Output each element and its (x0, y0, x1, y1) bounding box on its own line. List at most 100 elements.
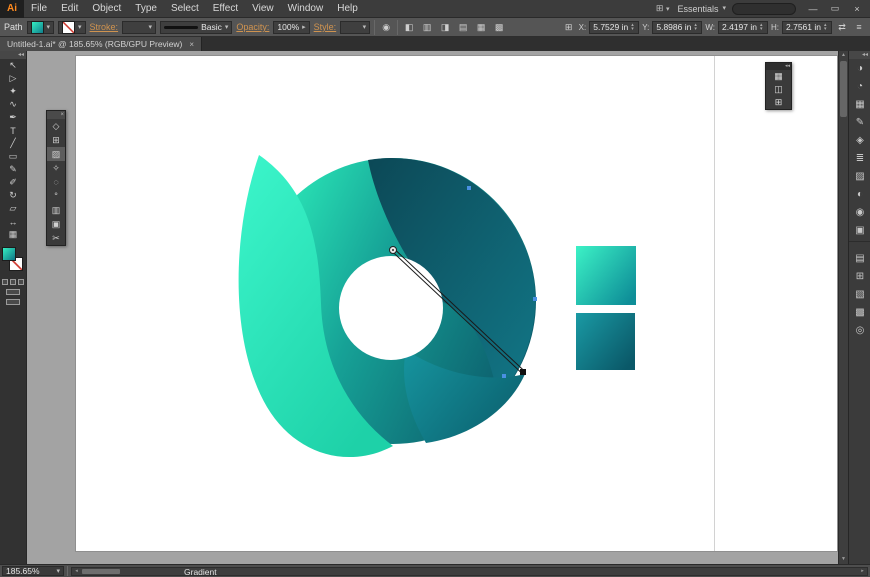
align-center-icon[interactable]: ▥ (420, 22, 434, 33)
swatches-panel-button[interactable]: ▦ (849, 95, 870, 113)
menu-window[interactable]: Window (281, 0, 331, 18)
style-link[interactable]: Style: (314, 22, 337, 32)
horizontal-scrollbar[interactable]: ◂ Gradient ▸ (71, 567, 868, 576)
transparency-panel-button[interactable]: ◐ (849, 185, 870, 203)
rotate-tool-button[interactable]: ↻ (0, 189, 26, 202)
draw-mode-button[interactable] (6, 289, 20, 295)
scroll-right-icon[interactable]: ▸ (858, 568, 867, 574)
floating-tools-header[interactable]: × (47, 111, 65, 119)
vertical-scrollbar[interactable]: ▲ ▼ (838, 51, 848, 564)
app-logo[interactable]: Ai (0, 0, 24, 18)
stroke-panel-button[interactable]: ≣ (849, 149, 870, 167)
eyedropper-tool-button[interactable]: ✧ (47, 161, 65, 175)
pasteboard[interactable] (75, 55, 838, 552)
paintbrush-tool-button[interactable]: ✎ (0, 163, 26, 176)
appearance-panel-button[interactable]: ◉ (849, 203, 870, 221)
workspace-switcher[interactable]: Essentials ▾ (677, 4, 726, 14)
stepper-icon[interactable]: ▴▾ (824, 23, 827, 31)
mesh-tool-button[interactable]: ⊞ (47, 133, 65, 147)
lasso-tool-button[interactable]: ∿ (0, 98, 26, 111)
pen-tool-button[interactable]: ✒ (0, 111, 26, 124)
minimize-button[interactable]: — (802, 0, 824, 18)
fill-color-dropdown[interactable]: ▾ (27, 21, 55, 34)
menu-select[interactable]: Select (164, 0, 206, 18)
scroll-up-icon[interactable]: ▲ (839, 51, 848, 60)
gradient-square-2[interactable] (576, 313, 635, 370)
scale-tool-button[interactable]: ▱ (0, 202, 26, 215)
mini-panel-header[interactable]: ◂◂ (766, 63, 791, 70)
pathfinder-panel-button[interactable]: ▧ (849, 285, 870, 303)
align-middle-icon[interactable]: ▦ (474, 22, 488, 33)
rectangle-tool-button[interactable]: ▭ (0, 150, 26, 163)
column-graph-tool-button[interactable]: ▥ (47, 203, 65, 217)
free-transform-tool-button[interactable]: ▦ (0, 228, 26, 241)
color-panel-button[interactable]: ◑ (849, 59, 870, 77)
menu-object[interactable]: Object (85, 0, 128, 18)
magic-wand-tool-button[interactable]: ✦ (0, 85, 26, 98)
x-field[interactable]: 5.7529 in ▴▾ (589, 21, 639, 34)
document-tab[interactable]: Untitled-1.ai* @ 185.65% (RGB/GPU Previe… (0, 37, 202, 51)
gradient-square-1[interactable] (576, 246, 636, 305)
pencil-tool-button[interactable]: ✐ (0, 176, 26, 189)
symbols-panel-button[interactable]: ◈ (849, 131, 870, 149)
y-field[interactable]: 5.8986 in ▴▾ (652, 21, 702, 34)
selection-tool-button[interactable]: ↖ (0, 59, 26, 72)
width-tool-button[interactable]: ↔ (0, 215, 26, 228)
symbol-sprayer-tool-button[interactable]: ° (47, 189, 65, 203)
align-bottom-icon[interactable]: ▩ (492, 22, 506, 33)
recolor-artwork-icon[interactable]: ◉ (379, 22, 393, 33)
arrange-icon[interactable]: ⇄ (835, 22, 849, 33)
layers-panel-button[interactable]: ▤ (849, 249, 870, 267)
panel-menu-icon[interactable]: ≡ (852, 22, 866, 32)
stroke-weight-dropdown[interactable]: ▾ (122, 21, 156, 34)
stepper-icon[interactable]: ▴▾ (694, 23, 697, 31)
stepper-icon[interactable]: ▴▾ (631, 23, 634, 31)
canvas[interactable]: × ◇ ⊞ ▨ ✧ ◌ ° ▥ ▣ ✂ ◂◂ ▦ ◫ ⊞ ▲ (27, 51, 848, 564)
anchor-point[interactable] (533, 297, 537, 301)
graphic-styles-panel-button[interactable]: ▣ (849, 221, 870, 239)
arrange-documents-icon[interactable]: ⊞ ▾ (654, 3, 672, 14)
color-guide-panel-button[interactable]: ◔ (849, 77, 870, 95)
align-left-icon[interactable]: ◧ (402, 22, 416, 33)
scroll-left-icon[interactable]: ◂ (72, 568, 81, 574)
menu-file[interactable]: File (24, 0, 54, 18)
zoom-level-dropdown[interactable]: 185.65% ▾ (2, 566, 64, 576)
restore-button[interactable]: ▭ (824, 0, 846, 18)
vertical-scroll-thumb[interactable] (840, 61, 847, 117)
artboard-tool-button[interactable]: ▣ (47, 217, 65, 231)
tab-close-icon[interactable]: × (189, 40, 194, 49)
horizontal-scroll-thumb[interactable] (82, 569, 120, 574)
gradient-button[interactable] (10, 279, 16, 285)
dock-header[interactable]: ◂◂ (849, 51, 870, 59)
artboards-panel-button[interactable]: ⊞ (849, 267, 870, 285)
close-button[interactable]: × (846, 0, 868, 18)
opacity-link[interactable]: Opacity: (236, 22, 269, 32)
gradient-panel-button[interactable]: ▨ (849, 167, 870, 185)
align-top-icon[interactable]: ▤ (456, 22, 470, 33)
line-segment-tool-button[interactable]: ╱ (0, 137, 26, 150)
w-field[interactable]: 2.4197 in ▴▾ (718, 21, 768, 34)
none-button[interactable] (18, 279, 24, 285)
direct-selection-tool-button[interactable]: ▷ (0, 72, 26, 85)
anchor-point[interactable] (467, 186, 471, 190)
tools-panel-header[interactable]: ◂◂ (0, 51, 26, 59)
brushes-panel-button[interactable]: ✎ (849, 113, 870, 131)
fill-swatch[interactable] (2, 247, 16, 261)
color-button[interactable] (2, 279, 8, 285)
menu-view[interactable]: View (245, 0, 281, 18)
style-dropdown[interactable]: ▾ (340, 21, 370, 34)
menu-edit[interactable]: Edit (54, 0, 85, 18)
align-panel-icon[interactable]: ▦ (766, 70, 791, 83)
gradient-tool-button[interactable]: ▨ (47, 147, 65, 161)
align-right-icon[interactable]: ◨ (438, 22, 452, 33)
menu-effect[interactable]: Effect (206, 0, 245, 18)
transform-panel-icon[interactable]: ⊞ (766, 96, 791, 109)
blend-tool-button[interactable]: ◌ (47, 175, 65, 189)
info-panel-button[interactable]: ◎ (849, 321, 870, 339)
menu-help[interactable]: Help (330, 0, 365, 18)
menu-type[interactable]: Type (128, 0, 164, 18)
stroke-link[interactable]: Stroke: (90, 22, 119, 32)
stroke-color-dropdown[interactable]: ▾ (58, 21, 86, 34)
align-panel-button[interactable]: ▩ (849, 303, 870, 321)
anchor-point[interactable] (502, 374, 506, 378)
